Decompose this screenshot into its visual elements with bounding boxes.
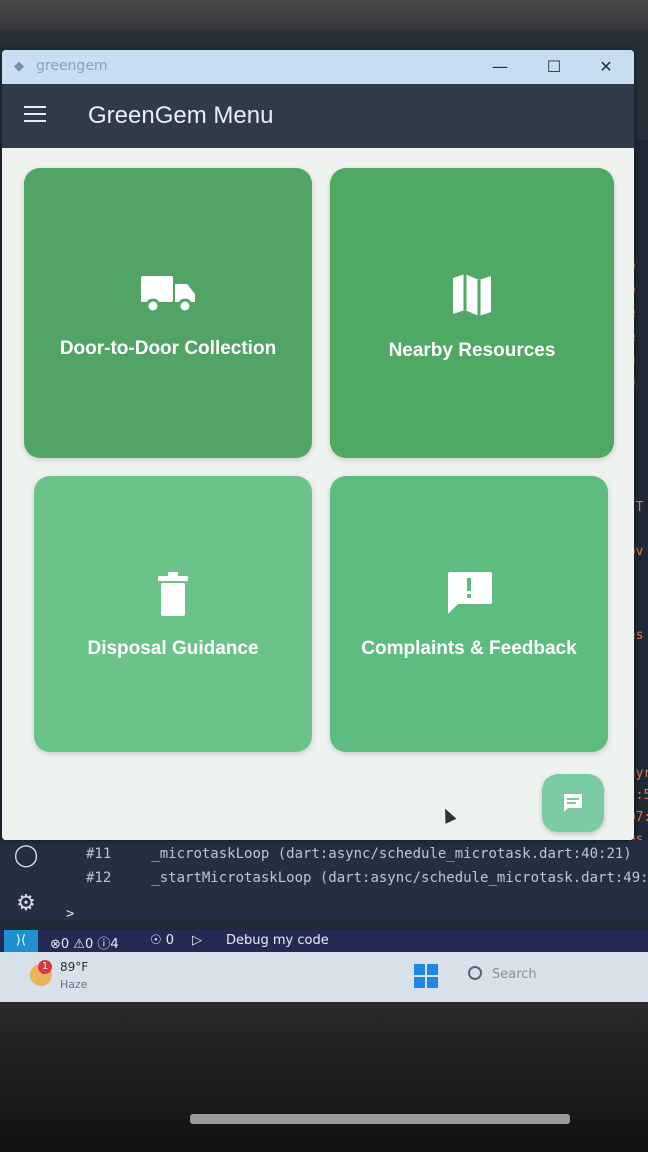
greengem-app-window: ◆ greengem — ☐ ✕ GreenGem Menu Door-to-D… [2, 50, 634, 840]
remote-indicator-icon[interactable]: ⟩⟨ [4, 930, 38, 952]
search-icon [468, 966, 482, 980]
window-title: greengem [36, 58, 108, 74]
broadcast-icon: ☉ [150, 933, 162, 948]
card-label: Disposal Guidance [87, 638, 259, 659]
ports-indicator[interactable]: ☉ 0 [150, 933, 174, 948]
card-label: Complaints & Feedback [361, 638, 577, 659]
trash-icon [34, 572, 312, 622]
app-bar: GreenGem Menu [2, 84, 634, 148]
feedback-icon [330, 570, 608, 620]
debug-my-code-button[interactable]: Debug my code [226, 933, 329, 948]
notification-badge: 1 [38, 960, 52, 974]
weather-condition: Haze [60, 978, 88, 991]
ide-status-bar: ⟩⟨ ⊗0 ⚠0 ⓘ4 ☉ 0 ▷ Debug my code [0, 930, 648, 952]
nearby-resources-card[interactable]: Nearby Resources [330, 168, 614, 458]
window-titlebar: ◆ greengem — ☐ ✕ [2, 50, 634, 84]
console-prompt[interactable]: > [66, 906, 74, 922]
ports-count: 0 [165, 933, 175, 948]
menu-hamburger-icon[interactable] [24, 106, 46, 122]
minimize-button[interactable]: — [480, 54, 520, 80]
close-button[interactable]: ✕ [586, 54, 626, 80]
account-icon[interactable]: ◯ [12, 842, 40, 870]
windows-start-icon[interactable] [414, 964, 438, 988]
mouse-cursor-icon [439, 806, 457, 824]
app-logo-icon: ◆ [14, 59, 24, 74]
disposal-guidance-card[interactable]: Disposal Guidance [34, 476, 312, 752]
card-label: Nearby Resources [388, 340, 556, 361]
stack-trace-row: #11 _microtaskLoop (dart:async/schedule_m… [86, 846, 632, 862]
chat-fab-button[interactable] [542, 774, 604, 832]
weather-temperature[interactable]: 89°F [60, 960, 88, 974]
app-bar-title: GreenGem Menu [88, 102, 274, 129]
problems-indicator[interactable]: ⊗0 ⚠0 ⓘ4 [50, 933, 119, 952]
settings-gear-icon[interactable]: ⚙ [12, 890, 40, 918]
debug-console: #11 _microtaskLoop (dart:async/schedule_m… [0, 840, 648, 922]
door-to-door-collection-card[interactable]: Door-to-Door Collection [24, 168, 312, 458]
windows-taskbar: 1 89°F Haze Search [0, 952, 648, 1002]
debug-icon: ▷ [192, 933, 202, 948]
search-placeholder: Search [492, 967, 537, 982]
truck-icon [24, 272, 312, 320]
menu-grid: Door-to-Door Collection Nearby Resources [2, 148, 634, 840]
stack-trace-row: #12 _startMicrotaskLoop (dart:async/sched… [86, 870, 648, 886]
maximize-button[interactable]: ☐ [534, 54, 574, 80]
trace-text: _startMicrotaskLoop (dart:async/schedule… [151, 870, 648, 886]
trace-number: #12 [86, 870, 112, 886]
laptop-hinge [190, 1114, 570, 1124]
chat-icon [564, 794, 582, 812]
trace-number: #11 [86, 846, 112, 862]
map-icon [330, 272, 614, 322]
taskbar-search[interactable]: Search [468, 966, 537, 982]
complaints-feedback-card[interactable]: Complaints & Feedback [330, 476, 608, 752]
trace-text: _microtaskLoop (dart:async/schedule_micr… [151, 846, 632, 862]
card-label: Door-to-Door Collection [59, 338, 277, 359]
laptop-bottom-bezel [0, 1002, 648, 1152]
